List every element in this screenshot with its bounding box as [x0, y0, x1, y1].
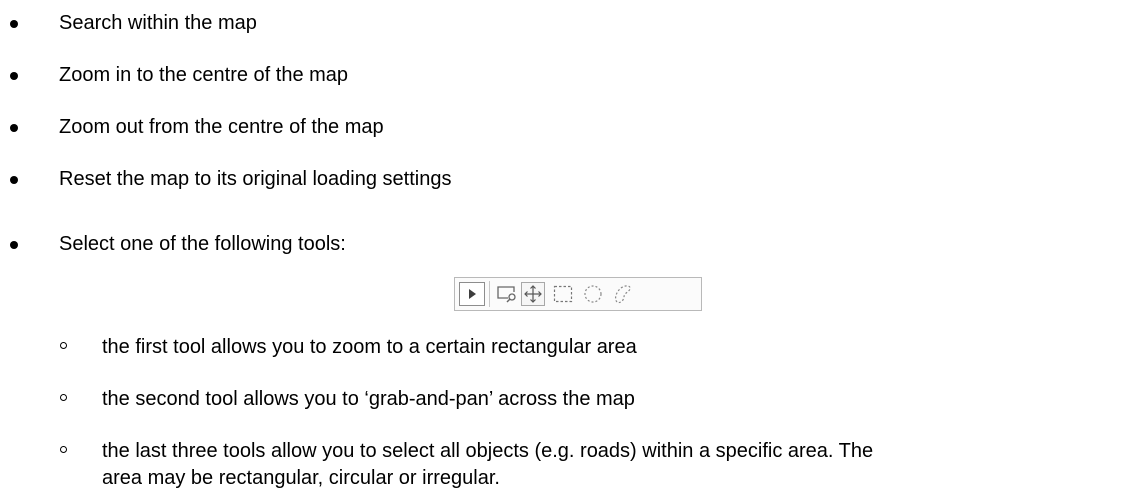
play-tool-button[interactable]: [459, 282, 485, 306]
zoom-rectangle-icon: [497, 286, 516, 303]
pan-icon: [524, 285, 542, 303]
bullet-dot: [10, 20, 18, 28]
play-icon: [469, 289, 476, 299]
sub-list-item-text: the first tool allows you to zoom to a c…: [102, 336, 637, 358]
bullet-dot: [10, 241, 18, 249]
toolbar-separator: [489, 281, 490, 307]
bullet-dot: [10, 72, 18, 80]
circle-select-icon: [584, 285, 602, 303]
map-toolbar: [454, 277, 702, 311]
bullet-dot: [10, 176, 18, 184]
lasso-select-icon: [615, 285, 631, 304]
sub-list-item-text: the second tool allows you to ‘grab-and-…: [102, 388, 635, 410]
list-item-text: Search within the map: [59, 12, 257, 34]
sub-bullet-circle: [60, 394, 67, 401]
sub-bullet-circle: [60, 446, 67, 453]
circle-select-tool-button[interactable]: [581, 282, 605, 306]
pan-tool-button[interactable]: [521, 282, 545, 306]
list-item-text: Select one of the following tools:: [59, 233, 346, 255]
bullet-dot: [10, 124, 18, 132]
zoom-rectangle-tool-button[interactable]: [495, 282, 519, 306]
sub-list-item-text: area may be rectangular, circular or irr…: [102, 467, 500, 489]
list-item-text: Zoom in to the centre of the map: [59, 64, 349, 86]
lasso-select-tool-button[interactable]: [611, 282, 635, 306]
list-item-text: Zoom out from the centre of the map: [59, 116, 384, 138]
rectangle-select-tool-button[interactable]: [551, 282, 575, 306]
sub-list-item-text: the last three tools allow you to select…: [102, 440, 874, 462]
sub-bullet-circle: [60, 342, 67, 349]
list-item-text: Reset the map to its original loading se…: [59, 168, 452, 190]
rectangle-select-icon: [553, 285, 573, 303]
